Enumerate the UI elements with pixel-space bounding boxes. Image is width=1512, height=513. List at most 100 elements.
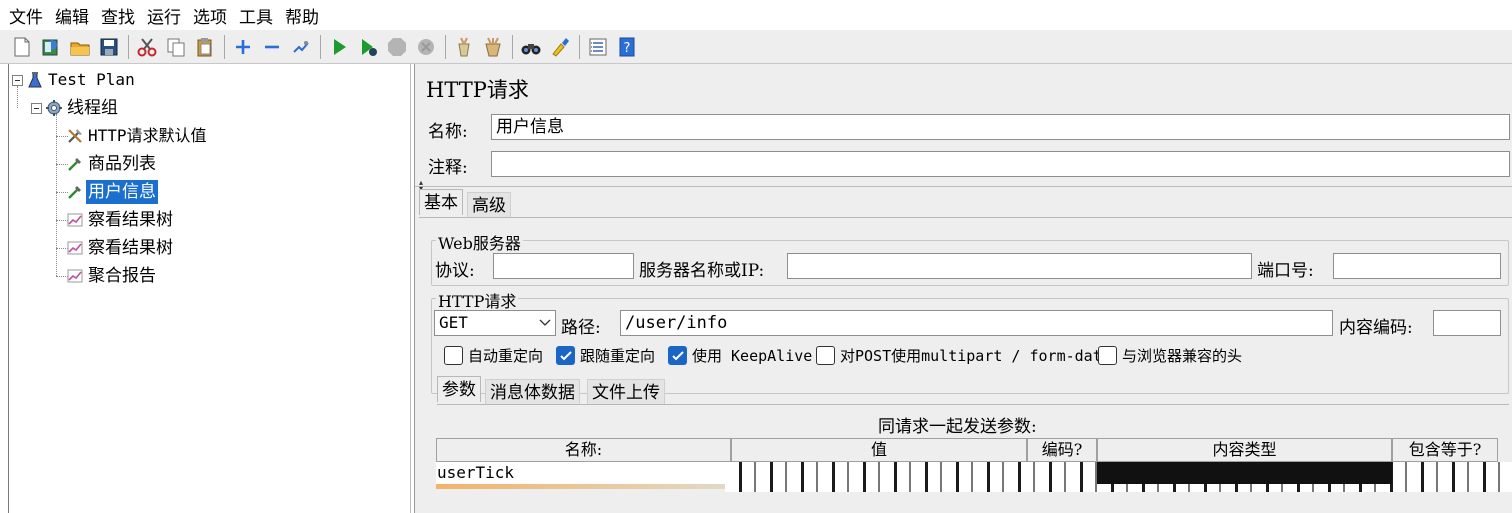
method-select[interactable]: GET [434,310,556,336]
path-label: 路径: [561,318,601,338]
shutdown-icon[interactable] [414,35,438,59]
tree-node-test-plan[interactable]: Test Plan [12,67,137,93]
checkbox-checked[interactable] [668,346,687,365]
option-keepalive[interactable]: 使用 KeepAlive [668,345,812,366]
server-field[interactable] [787,253,1252,279]
tab-files-upload[interactable]: 文件上传 [587,379,665,405]
collapse-toggle-icon[interactable] [12,74,23,86]
listener-graph-icon [66,211,84,229]
checkbox[interactable] [1098,346,1117,365]
toolbar-separator [579,34,580,59]
start-no-pauses-icon[interactable] [356,35,380,59]
toolbar-separator [128,34,129,59]
paste-icon[interactable] [193,35,217,59]
config-tools-icon [66,127,84,145]
comment-label: 注释: [428,158,468,178]
sampler-pipette-icon [66,183,84,201]
column-header-include-equals[interactable]: 包含等于? [1392,438,1498,462]
tree-node-product-list[interactable]: 商品列表 [66,151,158,177]
collapse-icon[interactable] [260,35,284,59]
toolbar-separator [445,34,446,59]
tree-node-user-info[interactable]: 用户信息 [66,179,158,205]
tree-node-thread-group[interactable]: 线程组 [31,95,120,121]
tree-label: 线程组 [67,98,118,118]
svg-text:?: ? [624,41,631,56]
start-icon[interactable] [327,35,351,59]
help-icon[interactable]: ? [615,35,639,59]
menu-edit[interactable]: 编辑 [54,3,90,28]
name-field[interactable]: 用户信息 [491,114,1510,140]
menu-tools[interactable]: 工具 [238,3,274,28]
tree-label: 商品列表 [88,154,156,174]
cut-icon[interactable] [135,35,159,59]
tree-node-view-results-tree[interactable]: 察看结果树 [66,207,175,233]
templates-icon[interactable] [39,35,63,59]
menu-file[interactable]: 文件 [8,3,44,28]
render-artifact [1097,462,1392,484]
tree-label: 察看结果树 [88,238,173,258]
test-plan-icon [26,71,44,89]
check-icon [559,350,572,360]
encoding-field[interactable] [1433,310,1501,336]
encoding-label: 内容编码: [1339,318,1413,338]
comment-field[interactable] [491,151,1510,177]
option-label: 对POST使用multipart / form-data [840,347,1111,365]
tree-label: Test Plan [48,70,135,89]
menu-help[interactable]: 帮助 [284,3,320,28]
checkbox-checked[interactable] [556,346,575,365]
gear-icon [45,99,63,117]
search-binoculars-icon[interactable] [519,35,543,59]
menu-search[interactable]: 查找 [100,3,136,28]
toggle-icon[interactable] [289,35,313,59]
web-server-title: Web服务器 [436,230,523,254]
menu-options[interactable]: 选项 [192,3,228,28]
checkbox[interactable] [816,346,835,365]
tab-advanced[interactable]: 高级 [467,192,511,218]
tab-divider [437,404,1509,405]
toolbar: ? [0,30,1512,64]
sampler-pipette-icon [66,155,84,173]
chevron-down-icon [539,319,551,326]
name-label: 名称: [428,122,468,142]
expand-icon[interactable] [231,35,255,59]
protocol-field[interactable] [493,253,634,279]
column-header-content-type[interactable]: 内容类型 [1097,438,1392,462]
menu-run[interactable]: 运行 [146,3,182,28]
toolbar-separator [224,34,225,59]
tree-node-view-results-tree-2[interactable]: 察看结果树 [66,235,175,261]
open-folder-icon[interactable] [68,35,92,59]
checkbox[interactable] [444,346,463,365]
tab-body-data[interactable]: 消息体数据 [485,379,580,405]
tab-parameters[interactable]: 参数 [437,376,481,402]
clear-icon[interactable] [452,35,476,59]
stop-icon[interactable] [385,35,409,59]
function-helper-icon[interactable] [586,35,610,59]
reset-search-icon[interactable] [548,35,572,59]
path-field[interactable]: /user/info [620,310,1333,336]
option-follow-redirects[interactable]: 跟随重定向 [556,345,655,366]
column-header-name[interactable]: 名称: [436,438,731,462]
tree-node-aggregate-report[interactable]: 聚合报告 [66,263,158,289]
clear-all-icon[interactable] [481,35,505,59]
option-auto-redirect[interactable]: 自动重定向 [444,345,543,366]
method-value: GET [439,313,468,332]
port-label: 端口号: [1257,261,1314,281]
tab-basic[interactable]: 基本 [419,189,463,215]
copy-icon[interactable] [164,35,188,59]
option-multipart[interactable]: 对POST使用multipart / form-data [816,345,1111,366]
protocol-label: 协议: [435,261,475,281]
column-header-value[interactable]: 值 [731,438,1027,462]
port-field[interactable] [1333,253,1501,279]
http-request-title: HTTP请求 [436,288,519,312]
option-browser-headers[interactable]: 与浏览器兼容的头 [1098,345,1242,366]
check-icon [671,350,684,360]
listener-graph-icon [66,239,84,257]
tree-left-border [8,64,9,513]
collapse-toggle-icon[interactable] [31,102,42,114]
splitter[interactable] [415,186,1512,190]
tree-node-http-defaults[interactable]: HTTP请求默认值 [66,123,209,149]
page-title: HTTP请求 [426,78,529,102]
column-header-encode[interactable]: 编码? [1027,438,1097,462]
new-document-icon[interactable] [10,35,34,59]
save-icon[interactable] [97,35,121,59]
